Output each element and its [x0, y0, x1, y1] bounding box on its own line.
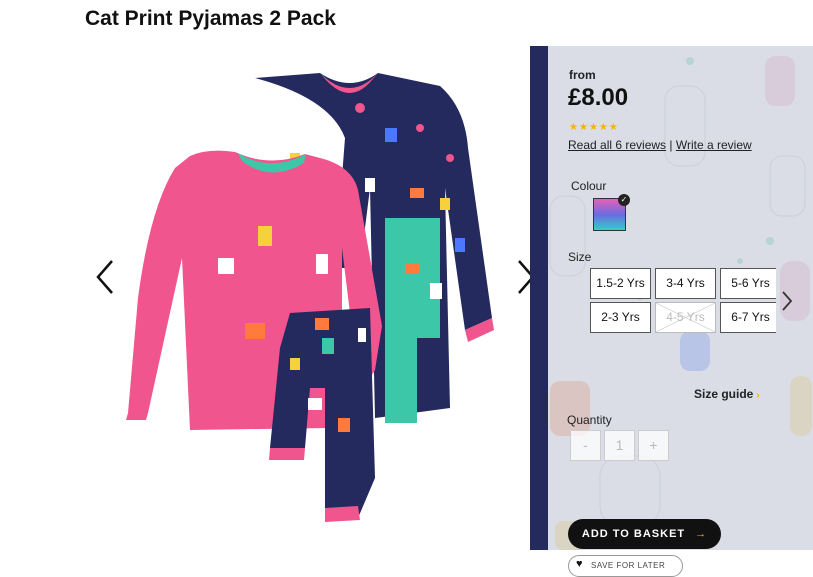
arrow-right-icon: → — [695, 528, 708, 540]
add-to-basket-button[interactable]: ADD TO BASKET → — [568, 519, 721, 549]
size-scroll-next-button[interactable] — [780, 290, 794, 312]
page-title: Cat Print Pyjamas 2 Pack — [85, 7, 336, 30]
heart-icon: ♥ — [576, 558, 584, 570]
save-for-later-label: SAVE FOR LATER — [591, 561, 666, 570]
star-icon: ★ — [569, 122, 578, 133]
quantity-decrease-button[interactable]: - — [570, 430, 601, 461]
star-icon: ★ — [588, 122, 598, 133]
read-reviews-link[interactable]: Read all 6 reviews — [568, 138, 666, 152]
size-option-5-6[interactable]: 5-6 Yrs — [720, 268, 776, 299]
price: £8.00 — [568, 84, 629, 111]
quantity-input[interactable]: 1 — [604, 430, 635, 461]
size-guide-link[interactable]: Size guide › — [694, 387, 760, 401]
size-options: 1.5-2 Yrs 3-4 Yrs 5-6 Yrs 2-3 Yrs 4-5 Yr… — [588, 266, 776, 334]
chevron-right-icon — [782, 291, 793, 311]
half-star-icon: ★ — [608, 122, 618, 133]
gallery-prev-button[interactable] — [92, 257, 118, 297]
chevron-right-icon: › — [756, 390, 760, 401]
size-guide-label: Size guide — [694, 387, 754, 401]
size-option-2-3[interactable]: 2-3 Yrs — [590, 302, 651, 333]
write-review-link[interactable]: Write a review — [676, 138, 752, 152]
product-image — [126, 73, 494, 522]
quantity-increase-button[interactable]: + — [638, 430, 669, 461]
price-from-label: from — [569, 68, 596, 82]
chevron-left-icon — [96, 260, 113, 294]
rating-stars: ★ ★ ★ ★ ★ — [569, 123, 618, 133]
add-to-basket-label: ADD TO BASKET — [581, 528, 686, 540]
quantity-stepper: - 1 + — [570, 430, 669, 461]
colour-swatch[interactable]: ✓ — [593, 194, 630, 231]
save-for-later-button[interactable]: ♥ SAVE FOR LATER — [568, 555, 683, 577]
colour-label: Colour — [571, 179, 607, 193]
size-option-6-7[interactable]: 6-7 Yrs — [720, 302, 776, 333]
reviews-separator: | — [669, 138, 673, 152]
size-option-4-5-unavailable[interactable]: 4-5 Yrs — [655, 302, 716, 333]
size-label: Size — [568, 250, 592, 264]
star-icon: ★ — [578, 122, 588, 133]
size-option-1-5-2[interactable]: 1.5-2 Yrs — [590, 268, 651, 299]
star-icon: ★ — [598, 122, 608, 133]
size-option-3-4[interactable]: 3-4 Yrs — [655, 268, 716, 299]
quantity-label: Quantity — [567, 413, 612, 427]
reviews-row: Read all 6 reviews | Write a review — [568, 138, 752, 152]
checkmark-icon: ✓ — [618, 194, 630, 206]
